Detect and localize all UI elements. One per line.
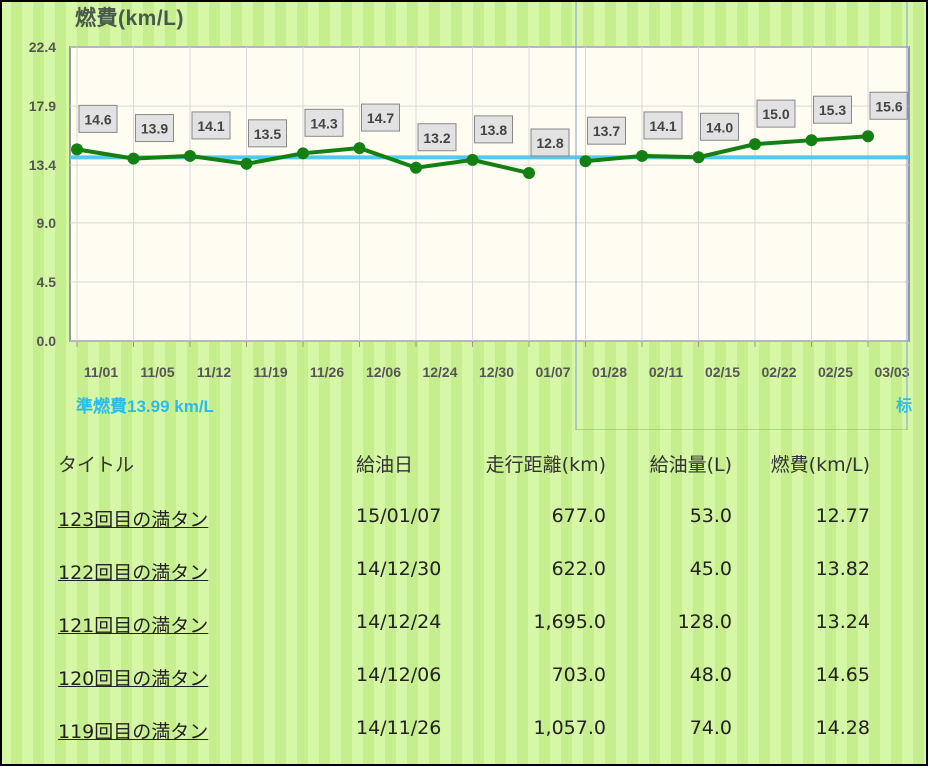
refuel-date: 15/01/07 [356, 505, 442, 527]
y-tick-label: 9.0 [37, 215, 57, 231]
refuel-link[interactable]: 119回目の満タン [58, 721, 208, 743]
refuel-distance: 622.0 [551, 558, 606, 580]
refuel-distance: 677.0 [551, 505, 606, 527]
x-tick-label: 03/03 [874, 364, 909, 380]
x-tick-label: 02/15 [705, 364, 740, 380]
table-row: 122回目の満タン 14/12/30 622.0 45.0 13.82 [0, 548, 928, 588]
refuel-link[interactable]: 120回目の満タン [58, 668, 208, 690]
x-tick-label: 02/25 [818, 364, 853, 380]
y-tick-label: 17.9 [29, 98, 56, 114]
refuel-amount: 128.0 [677, 611, 732, 633]
chart-canvas: 0.0 4.5 9.0 13.4 17.9 22.4 11/01 11/05 11/12 11/1… [29, 0, 910, 430]
x-tick-label: 01/28 [592, 364, 627, 380]
table-row: 121回目の満タン 14/12/24 1,695.0 128.0 13.24 [0, 601, 928, 641]
y-tick-label: 0.0 [37, 333, 57, 349]
data-label: 14.3 [310, 115, 337, 131]
x-tick-label: 11/01 [84, 364, 118, 380]
refuel-efficiency: 13.82 [815, 558, 870, 580]
data-point [127, 152, 140, 165]
header-fuel: 給油量(L) [649, 454, 732, 476]
data-label: 14.6 [84, 111, 111, 127]
refuel-link[interactable]: 121回目の満タン [58, 615, 208, 637]
refuel-distance: 1,695.0 [533, 611, 606, 633]
plot-area [69, 46, 910, 342]
data-label: 13.2 [423, 130, 450, 146]
data-point [636, 149, 648, 162]
x-tick-label: 12/06 [366, 364, 401, 380]
data-point [862, 130, 874, 143]
data-label: 15.6 [875, 98, 902, 114]
table-row: 120回目の満タン 14/12/06 703.0 48.0 14.65 [0, 654, 928, 694]
data-label: 13.9 [141, 121, 168, 137]
refuel-distance: 1,057.0 [533, 717, 606, 739]
chart-title: 燃費(km/L) [75, 7, 184, 30]
refuel-efficiency: 14.65 [815, 664, 870, 686]
data-point [692, 151, 705, 164]
x-tick-label: 12/30 [479, 364, 514, 380]
data-point [71, 143, 83, 156]
header-distance: 走行距離(km) [485, 454, 606, 476]
table-row: 123回目の満タン 15/01/07 677.0 53.0 12.77 [0, 495, 928, 535]
header-efficiency: 燃費(km/L) [770, 454, 870, 476]
x-tick-label: 12/24 [422, 364, 457, 380]
refuel-date: 14/12/06 [356, 664, 442, 686]
data-point [353, 142, 366, 155]
header-date: 給油日 [356, 454, 414, 476]
data-label: 15.0 [762, 106, 789, 122]
x-tick-label: 11/05 [140, 364, 174, 380]
data-label: 14.7 [367, 110, 394, 126]
x-tick-label: 02/22 [761, 364, 796, 380]
table-row: 119回目の満タン 14/11/26 1,057.0 74.0 14.28 [0, 707, 928, 747]
data-label: 12.8 [536, 135, 563, 151]
y-tick-label: 4.5 [37, 274, 57, 290]
refuel-amount: 48.0 [689, 664, 732, 686]
data-point [184, 149, 196, 162]
data-point [466, 153, 479, 166]
data-point [410, 161, 422, 174]
x-tick-label: 02/11 [649, 364, 683, 380]
data-point [240, 157, 253, 170]
reference-efficiency-label-right: 标 [896, 398, 913, 415]
data-point [523, 167, 535, 179]
data-label: 15.3 [819, 102, 846, 118]
refuel-date: 14/11/26 [356, 717, 442, 739]
refuel-link[interactable]: 123回目の満タン [58, 509, 208, 531]
header-title: タイトル [58, 454, 135, 476]
refuel-amount: 53.0 [689, 505, 732, 527]
data-label: 14.1 [197, 118, 224, 134]
y-tick-label: 22.4 [29, 39, 56, 55]
data-label: 13.7 [593, 123, 620, 139]
data-label: 14.0 [706, 119, 733, 135]
data-label: 13.8 [480, 122, 507, 138]
data-point [297, 147, 309, 160]
x-tick-label: 11/19 [253, 364, 287, 380]
refuel-link[interactable]: 122回目の満タン [58, 562, 208, 584]
refuel-date: 14/12/30 [356, 558, 442, 580]
y-tick-label: 13.4 [29, 157, 56, 173]
data-point [805, 134, 818, 147]
x-tick-label: 11/12 [197, 364, 231, 380]
data-label: 14.1 [649, 118, 676, 134]
fuel-efficiency-chart: 0.0 4.5 9.0 13.4 17.9 22.4 11/01 11/05 11/12 11/1… [0, 0, 928, 430]
refuel-distance: 703.0 [551, 664, 606, 686]
table-header-row: タイトル 給油日 走行距離(km) 給油量(L) 燃費(km/L) [0, 440, 928, 480]
data-point [579, 155, 592, 168]
refuel-amount: 74.0 [689, 717, 732, 739]
data-label: 13.5 [254, 126, 281, 142]
refuel-efficiency: 14.28 [815, 717, 870, 739]
data-point [749, 138, 761, 151]
reference-efficiency-label: 準燃費13.99 km/L [76, 397, 214, 416]
refuel-amount: 45.0 [689, 558, 732, 580]
refuel-efficiency: 12.77 [815, 505, 870, 527]
refuel-efficiency: 13.24 [815, 611, 870, 633]
refuel-date: 14/12/24 [356, 611, 442, 633]
x-tick-label: 01/07 [535, 364, 570, 380]
x-tick-label: 11/26 [310, 364, 344, 380]
